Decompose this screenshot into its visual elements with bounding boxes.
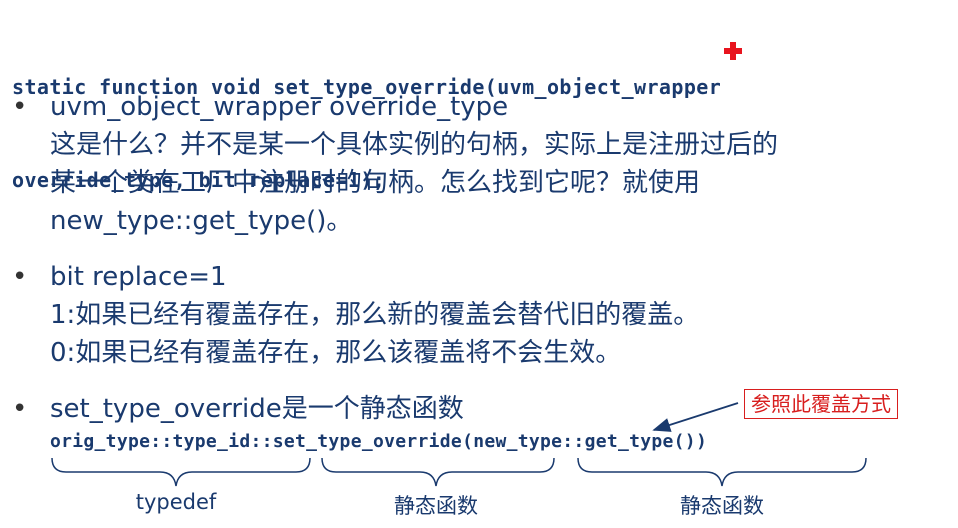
brace-label-static-function: 静态函数: [680, 494, 764, 518]
callout-arrow: [652, 402, 739, 432]
brace-label-typedef: typedef: [135, 490, 217, 514]
brace-right: [577, 457, 867, 487]
brace-left: [51, 457, 311, 487]
brace-middle: [321, 457, 555, 487]
annotation-overlay: [51, 402, 867, 487]
brace-label-static-function: 静态函数: [394, 494, 478, 518]
